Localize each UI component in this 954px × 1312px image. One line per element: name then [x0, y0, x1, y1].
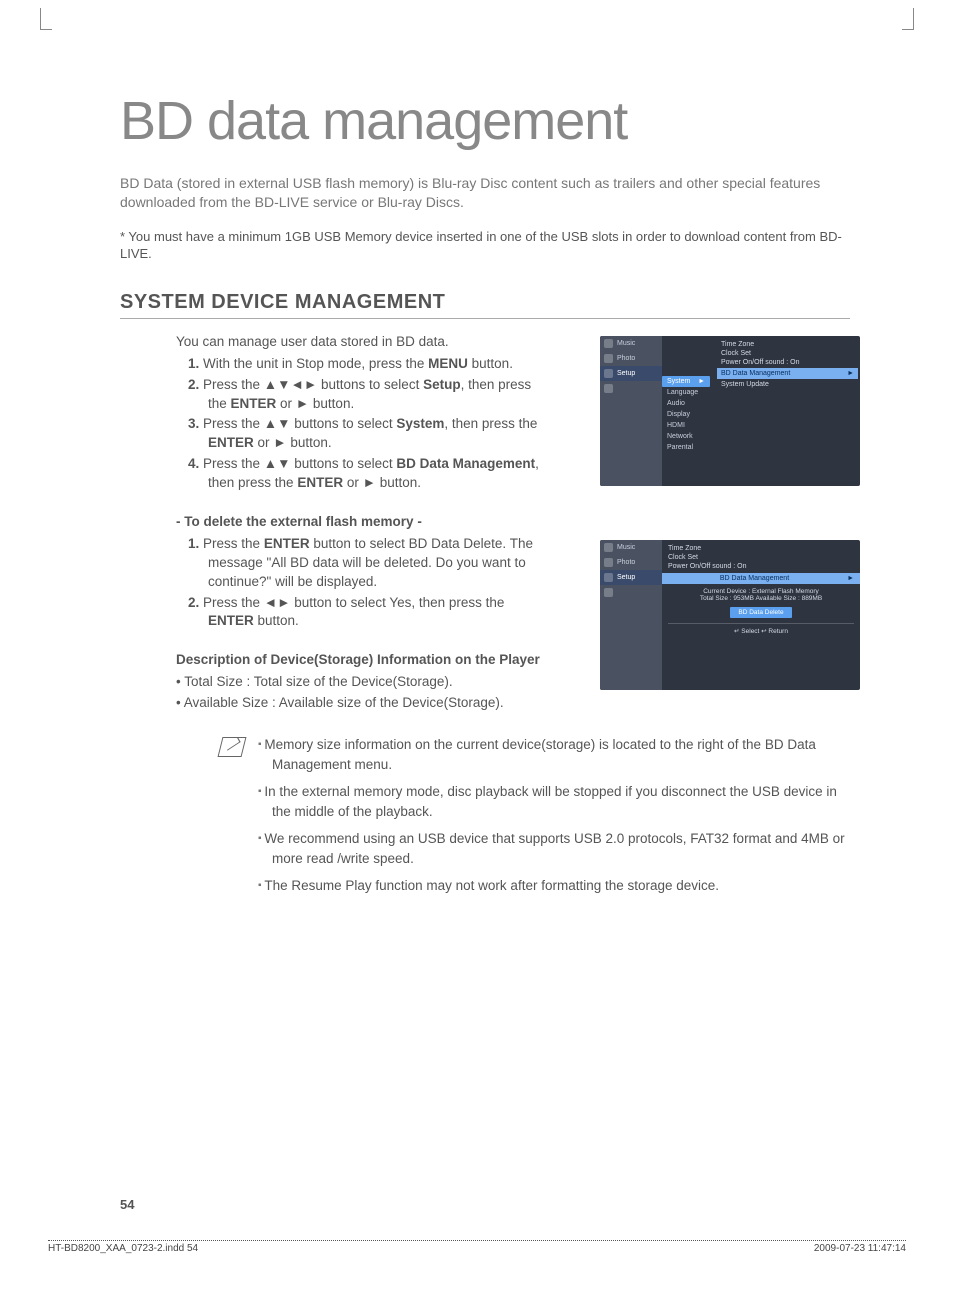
osd-right-item: System Update — [721, 380, 854, 389]
music-icon — [604, 339, 613, 348]
osd2-subline-1: Current Device : External Flash Memory — [668, 588, 854, 595]
osd-right-item: Time Zone — [668, 544, 854, 553]
intro-paragraph: BD Data (stored in external USB flash me… — [120, 174, 850, 212]
step-pre: Press the ▲▼ buttons to select — [203, 456, 396, 471]
osd2-highlight-bar: BD Data Management► — [662, 573, 860, 584]
footer-right: 2009-07-23 11:47:14 — [814, 1243, 906, 1254]
osd-sb-photo: Photo — [600, 555, 662, 570]
osd-sb-label: Music — [617, 544, 635, 551]
osd-right-item: Clock Set — [721, 349, 854, 358]
step-post: button. — [468, 356, 513, 371]
osd-sb-label: Setup — [617, 574, 635, 581]
note-item: In the external memory mode, disc playba… — [258, 782, 858, 821]
delete-step-2: 2. Press the ◄► button to select Yes, th… — [176, 594, 546, 632]
gear-icon — [604, 573, 613, 582]
music-icon — [604, 543, 613, 552]
osd-mid-item: Parental — [662, 442, 710, 453]
desc-heading: Description of Device(Storage) Informati… — [176, 651, 546, 670]
osd-right-item: Time Zone — [721, 340, 854, 349]
note-block: Memory size information on the current d… — [220, 735, 850, 904]
section-heading: SYSTEM DEVICE MANAGEMENT — [120, 291, 850, 319]
step-pre: Press the ▲▼◄► buttons to select — [203, 377, 423, 392]
note-item: The Resume Play function may not work af… — [258, 876, 858, 896]
osd-mid-system: System ► — [662, 376, 710, 387]
osd-sb-blank — [600, 381, 662, 396]
osd-right-item: Power On/Off sound : On — [668, 562, 854, 571]
photo-icon — [604, 558, 613, 567]
osd2-delete-button: BD Data Delete — [730, 607, 791, 618]
osd-rightcol: Time Zone Clock Set Power On/Off sound :… — [715, 336, 860, 393]
desc-bullet-2: Available Size : Available size of the D… — [176, 694, 850, 713]
osd-right-item: Clock Set — [668, 553, 854, 562]
step-num: 1. — [188, 536, 199, 551]
photo-icon — [604, 354, 613, 363]
step-bold: MENU — [428, 356, 468, 371]
step-text: Press the ◄► button to select Yes, then … — [203, 595, 504, 629]
osd-sb-music: Music — [600, 540, 662, 555]
note-item: We recommend using an USB device that su… — [258, 829, 858, 868]
osd-screenshot-1: Music Photo Setup System ► Language Audi… — [600, 336, 860, 486]
note-list: Memory size information on the current d… — [258, 735, 858, 904]
osd-sb-label: Photo — [617, 355, 635, 362]
step-text: Press the ENTER button to select BD Data… — [203, 536, 533, 589]
footer-line: HT-BD8200_XAA_0723-2.indd 54 2009-07-23 … — [48, 1240, 906, 1254]
step-3: 3. Press the ▲▼ buttons to select System… — [176, 415, 546, 453]
osd-sb-blank — [600, 585, 662, 600]
step-num: 2. — [188, 595, 199, 610]
osd-mid-item: Audio — [662, 398, 710, 409]
step-pre: With the unit in Stop mode, press the — [203, 356, 428, 371]
intro-text: BD Data (stored in external USB flash me… — [120, 174, 850, 212]
osd-sb-photo: Photo — [600, 351, 662, 366]
osd-sidebar: Music Photo Setup — [600, 540, 662, 690]
osd-sb-setup: Setup — [600, 366, 662, 381]
step-num: 4. — [188, 456, 199, 471]
osd-sb-music: Music — [600, 336, 662, 351]
lead-text: You can manage user data stored in BD da… — [176, 333, 546, 352]
step-2: 2. Press the ▲▼◄► buttons to select Setu… — [176, 376, 546, 414]
footer-left: HT-BD8200_XAA_0723-2.indd 54 — [48, 1243, 198, 1254]
osd2-subline-2: Total Size : 953MB Available Size : 889M… — [668, 595, 854, 602]
step-bold: Setup — [423, 377, 461, 392]
osd-mid-item: Language — [662, 387, 710, 398]
osd2-footer-hints: ↵ Select ↩ Return — [668, 623, 854, 635]
step-4: 4. Press the ▲▼ buttons to select BD Dat… — [176, 455, 546, 493]
page-number: 54 — [120, 1197, 134, 1212]
osd-midcol: System ► Language Audio Display HDMI Net… — [662, 376, 710, 453]
step-num: 1. — [188, 356, 199, 371]
blank-icon — [604, 588, 613, 597]
note-item: Memory size information on the current d… — [258, 735, 858, 774]
step-num: 2. — [188, 377, 199, 392]
osd-sb-label: Music — [617, 340, 635, 347]
osd-sb-label: Setup — [617, 370, 635, 377]
osd-right-highlight: BD Data Management► — [717, 368, 858, 379]
step-bold: System — [396, 416, 444, 431]
osd-mid-item: Display — [662, 409, 710, 420]
page-content: BD data management BD Data (stored in ex… — [120, 90, 850, 904]
crop-mark-right — [902, 8, 914, 30]
osd-mid-item: Network — [662, 431, 710, 442]
osd2-body: Time Zone Clock Set Power On/Off sound :… — [662, 540, 860, 690]
step-num: 3. — [188, 416, 199, 431]
osd-right-item: Power On/Off sound : On — [721, 358, 854, 367]
step-1: 1. With the unit in Stop mode, press the… — [176, 355, 546, 374]
delete-step-1: 1. Press the ENTER button to select BD D… — [176, 535, 546, 592]
footnote: * You must have a minimum 1GB USB Memory… — [120, 228, 850, 263]
crop-mark-left — [40, 8, 52, 30]
osd-sb-setup: Setup — [600, 570, 662, 585]
osd-screenshot-2: Music Photo Setup Time Zone Clock Set Po… — [600, 540, 860, 690]
page-title: BD data management — [120, 90, 850, 152]
blank-icon — [604, 384, 613, 393]
step-bold: BD Data Management — [396, 456, 535, 471]
note-icon — [218, 737, 247, 757]
osd-sidebar: Music Photo Setup — [600, 336, 662, 486]
osd-sb-label: Photo — [617, 559, 635, 566]
osd-mid-item: HDMI — [662, 420, 710, 431]
gear-icon — [604, 369, 613, 378]
delete-heading: - To delete the external flash memory - — [176, 513, 546, 532]
step-pre: Press the ▲▼ buttons to select — [203, 416, 396, 431]
